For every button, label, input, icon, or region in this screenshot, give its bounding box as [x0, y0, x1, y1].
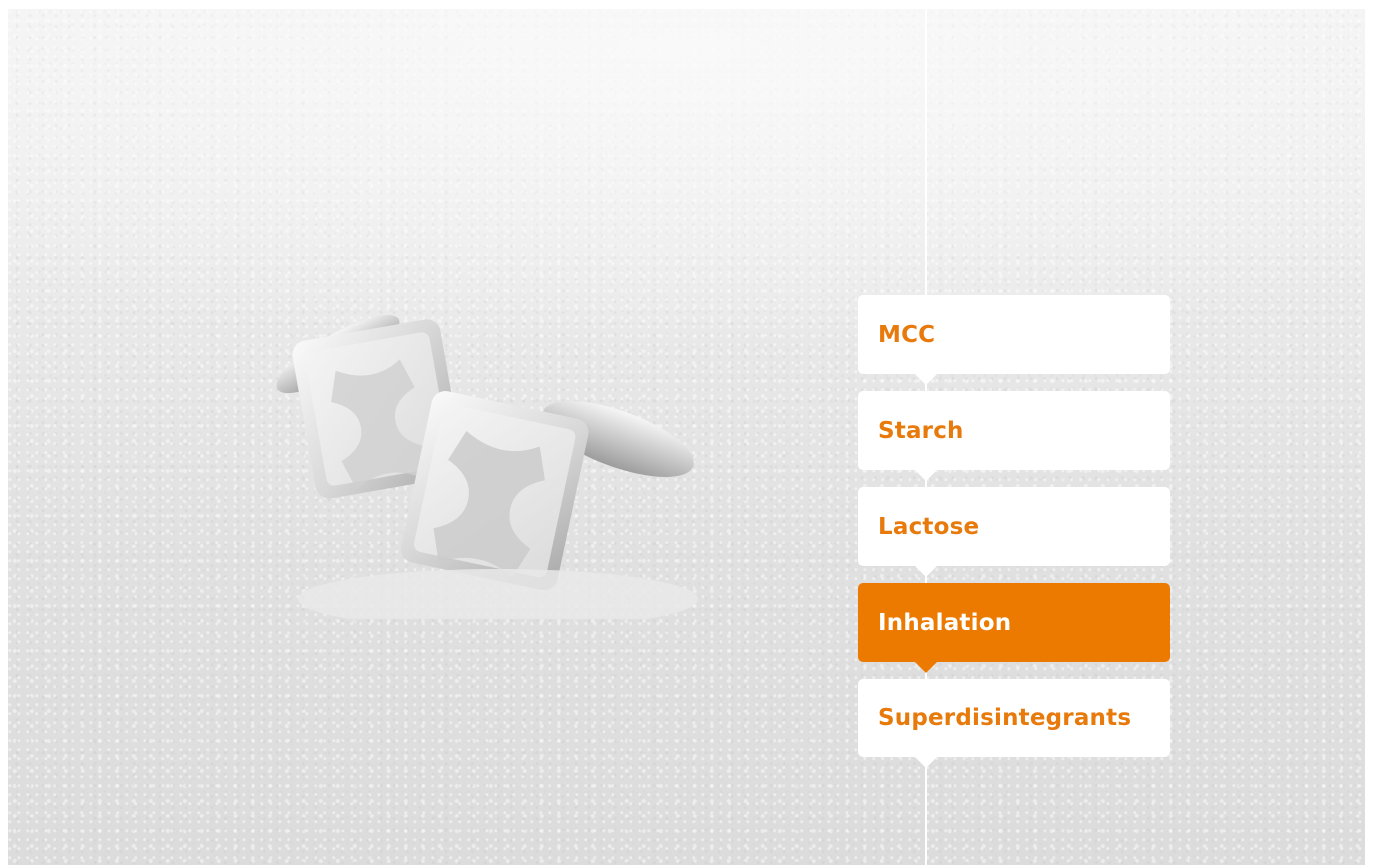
tile-pointer-arrow: [915, 374, 937, 385]
menu-item-label: Starch: [878, 417, 964, 444]
menu-item-lactose[interactable]: Lactose: [858, 487, 1170, 577]
tile-pointer-arrow: [915, 662, 937, 673]
menu-item-label: Superdisintegrants: [878, 705, 1132, 731]
menu-item-superdisintegrants[interactable]: Superdisintegrants: [858, 679, 1170, 768]
tile-pointer-arrow: [915, 757, 937, 768]
menu-item-label: Lactose: [878, 513, 980, 540]
cufflinks-image: [276, 314, 698, 619]
product-category-menu: MCC Starch Lactose Inhalation Superdisin…: [858, 295, 1170, 768]
menu-item-starch[interactable]: Starch: [858, 391, 1170, 481]
menu-item-label: MCC: [878, 321, 936, 348]
tile-pointer-arrow: [915, 470, 937, 481]
menu-item-mcc[interactable]: MCC: [858, 295, 1170, 385]
tile-pointer-arrow: [915, 566, 937, 577]
menu-item-inhalation[interactable]: Inhalation: [858, 583, 1170, 673]
menu-item-label: Inhalation: [878, 609, 1012, 636]
